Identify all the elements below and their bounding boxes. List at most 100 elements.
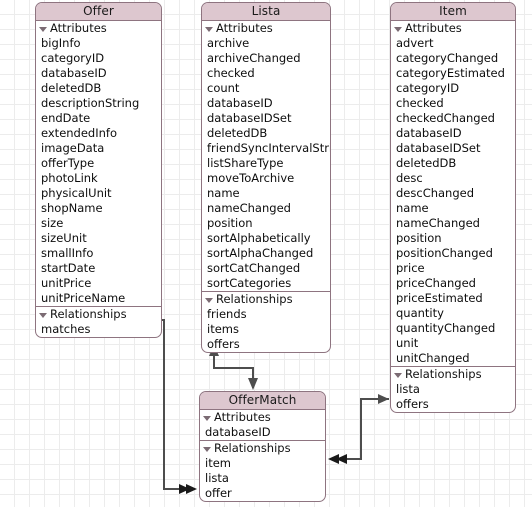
attribute-row[interactable]: count	[202, 81, 330, 96]
attribute-row[interactable]: advert	[391, 36, 515, 51]
disclosure-triangle-icon[interactable]	[394, 373, 402, 378]
attribute-row[interactable]: databaseIDSet	[391, 141, 515, 156]
attribute-row[interactable]: unit	[391, 336, 515, 351]
attribute-row[interactable]: position	[202, 216, 330, 231]
attribute-row[interactable]: name	[202, 186, 330, 201]
relationships-section-label: Relationships	[405, 367, 482, 381]
disclosure-triangle-icon[interactable]	[203, 447, 211, 452]
attribute-row[interactable]: name	[391, 201, 515, 216]
attribute-row[interactable]: offerType	[36, 156, 161, 171]
attribute-row[interactable]: checked	[202, 66, 330, 81]
attribute-row[interactable]: size	[36, 216, 161, 231]
attribute-row[interactable]: position	[391, 231, 515, 246]
attribute-row[interactable]: desc	[391, 171, 515, 186]
attribute-row[interactable]: priceChanged	[391, 276, 515, 291]
attribute-row[interactable]: checkedChanged	[391, 111, 515, 126]
attribute-row[interactable]: unitChanged	[391, 351, 515, 366]
attributes-section-header[interactable]: Attributes	[200, 410, 325, 425]
attribute-row[interactable]: sortAlphaChanged	[202, 246, 330, 261]
disclosure-triangle-icon[interactable]	[203, 416, 211, 421]
attribute-row[interactable]: categoryChanged	[391, 51, 515, 66]
relationship-row[interactable]: offers	[391, 397, 515, 412]
relationship-row[interactable]: items	[202, 322, 330, 337]
disclosure-triangle-icon[interactable]	[394, 27, 402, 32]
attributes-section-header[interactable]: Attributes	[202, 21, 330, 36]
entity-offermatch[interactable]: OfferMatch Attributes databaseID Relatio…	[199, 391, 326, 502]
attribute-row[interactable]: categoryID	[36, 51, 161, 66]
entity-item[interactable]: Item Attributes advert categoryChanged c…	[390, 2, 516, 413]
relationships-section-header[interactable]: Relationships	[200, 441, 325, 456]
attribute-row[interactable]: friendSyncIntervalString	[202, 141, 330, 156]
attribute-row[interactable]: checked	[391, 96, 515, 111]
entity-offer-attributes-section: Attributes bigInfo categoryID databaseID…	[36, 21, 161, 307]
attributes-section-label: Attributes	[216, 21, 273, 35]
model-editor-canvas[interactable]: Offer Attributes bigInfo categoryID data…	[0, 0, 532, 507]
disclosure-triangle-icon[interactable]	[39, 313, 47, 318]
disclosure-triangle-icon[interactable]	[205, 27, 213, 32]
attribute-row[interactable]: extendedInfo	[36, 126, 161, 141]
attribute-row[interactable]: nameChanged	[202, 201, 330, 216]
attribute-row[interactable]: quantity	[391, 306, 515, 321]
relationship-row[interactable]: lista	[391, 382, 515, 397]
attribute-row[interactable]: archive	[202, 36, 330, 51]
entity-offer[interactable]: Offer Attributes bigInfo categoryID data…	[35, 2, 162, 338]
attribute-row[interactable]: startDate	[36, 261, 161, 276]
attribute-row[interactable]: quantityChanged	[391, 321, 515, 336]
disclosure-triangle-icon[interactable]	[39, 27, 47, 32]
entity-lista-attributes-section: Attributes archive archiveChanged checke…	[202, 21, 330, 292]
attribute-row[interactable]: databaseID	[391, 126, 515, 141]
attributes-section-label: Attributes	[50, 21, 107, 35]
attribute-row[interactable]: archiveChanged	[202, 51, 330, 66]
entity-lista-relationships-section: Relationships friends items offers	[202, 292, 330, 352]
attribute-row[interactable]: priceEstimated	[391, 291, 515, 306]
attribute-row[interactable]: price	[391, 261, 515, 276]
attribute-row[interactable]: categoryEstimated	[391, 66, 515, 81]
entity-lista[interactable]: Lista Attributes archive archiveChanged …	[201, 2, 331, 353]
attribute-row[interactable]: sortCategories	[202, 276, 330, 291]
relationship-row[interactable]: item	[200, 456, 325, 471]
attributes-section-label: Attributes	[214, 410, 271, 424]
attribute-row[interactable]: unitPriceName	[36, 291, 161, 306]
entity-offer-title: Offer	[36, 3, 161, 21]
attribute-row[interactable]: databaseID	[36, 66, 161, 81]
relationship-row[interactable]: lista	[200, 471, 325, 486]
attribute-row[interactable]: listShareType	[202, 156, 330, 171]
attribute-row[interactable]: photoLink	[36, 171, 161, 186]
relationships-section-label: Relationships	[216, 292, 293, 306]
relationship-row[interactable]: friends	[202, 307, 330, 322]
attribute-row[interactable]: smallInfo	[36, 246, 161, 261]
attribute-row[interactable]: nameChanged	[391, 216, 515, 231]
attributes-section-header[interactable]: Attributes	[391, 21, 515, 36]
connection-offermatch-offer	[141, 315, 197, 494]
relationship-row[interactable]: offer	[200, 486, 325, 501]
attributes-section-header[interactable]: Attributes	[36, 21, 161, 36]
attribute-row[interactable]: deletedDB	[36, 81, 161, 96]
attribute-row[interactable]: sizeUnit	[36, 231, 161, 246]
attribute-row[interactable]: categoryID	[391, 81, 515, 96]
attribute-row[interactable]: deletedDB	[202, 126, 330, 141]
relationship-row[interactable]: offers	[202, 337, 330, 352]
attribute-row[interactable]: descChanged	[391, 186, 515, 201]
relationships-section-header[interactable]: Relationships	[202, 292, 330, 307]
attribute-row[interactable]: sortCatChanged	[202, 261, 330, 276]
disclosure-triangle-icon[interactable]	[205, 298, 213, 303]
attribute-row[interactable]: positionChanged	[391, 246, 515, 261]
attribute-row[interactable]: databaseID	[202, 96, 330, 111]
attribute-row[interactable]: sortAlphabetically	[202, 231, 330, 246]
attribute-row[interactable]: descriptionString	[36, 96, 161, 111]
attribute-row[interactable]: databaseID	[200, 425, 325, 440]
relationships-section-header[interactable]: Relationships	[391, 367, 515, 382]
relationships-section-header[interactable]: Relationships	[36, 307, 161, 322]
attribute-row[interactable]: databaseIDSet	[202, 111, 330, 126]
attribute-row[interactable]: unitPrice	[36, 276, 161, 291]
entity-offermatch-title: OfferMatch	[200, 392, 325, 410]
attribute-row[interactable]: imageData	[36, 141, 161, 156]
attribute-row[interactable]: deletedDB	[391, 156, 515, 171]
relationship-row[interactable]: matches	[36, 322, 161, 337]
attribute-row[interactable]: physicalUnit	[36, 186, 161, 201]
attribute-row[interactable]: endDate	[36, 111, 161, 126]
attribute-row[interactable]: shopName	[36, 201, 161, 216]
attribute-row[interactable]: bigInfo	[36, 36, 161, 51]
attribute-row[interactable]: moveToArchive	[202, 171, 330, 186]
entity-offer-relationships-section: Relationships matches	[36, 307, 161, 337]
